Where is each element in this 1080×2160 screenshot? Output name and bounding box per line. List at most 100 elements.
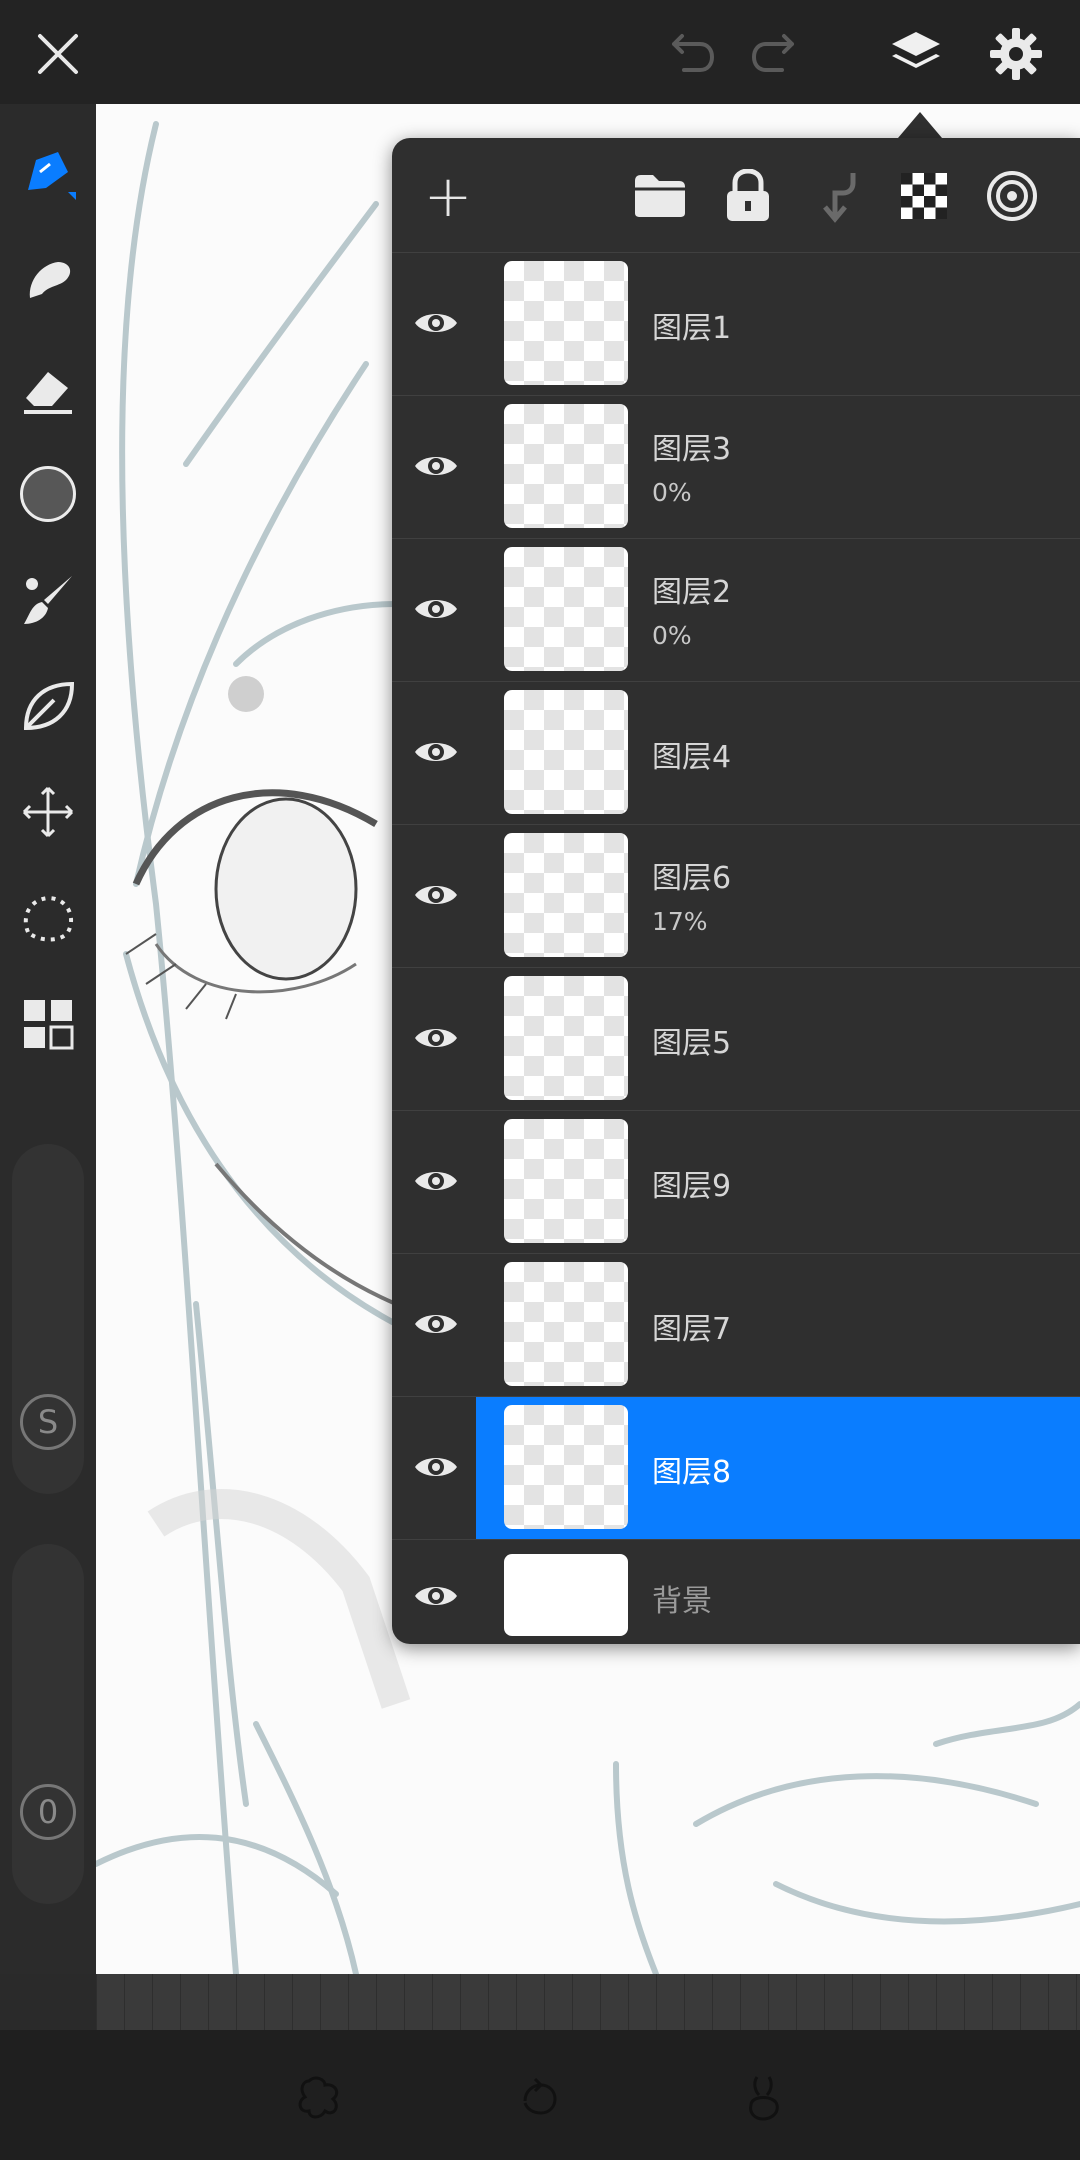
- gear-icon: [990, 28, 1042, 80]
- slider-opacity-label: 0: [37, 1793, 59, 1831]
- visibility-toggle[interactable]: [404, 865, 468, 925]
- eye-icon: [415, 457, 457, 475]
- layer-name: 图层2: [652, 575, 732, 610]
- redo-button[interactable]: [738, 18, 818, 90]
- drawing-app: S 0 + 图层1 图层3 0% 图层2 0% 图层4 图层6 17% 图层5 …: [0, 0, 1080, 2160]
- eye-icon: [415, 1587, 457, 1605]
- pen-icon: [28, 152, 76, 200]
- move-icon: [22, 786, 74, 838]
- opacity-slider[interactable]: 0: [12, 1544, 84, 1904]
- layer-row-background[interactable]: 背景: [392, 1539, 1080, 1650]
- layer-thumbnail[interactable]: [504, 1119, 628, 1243]
- smudge-icon: [29, 262, 71, 298]
- layer-thumbnail[interactable]: [504, 833, 628, 957]
- eye-icon: [415, 1172, 457, 1190]
- layer-name: 图层7: [652, 1312, 732, 1347]
- group-button[interactable]: [622, 158, 698, 234]
- layer-row[interactable]: 图层7: [392, 1253, 1080, 1396]
- layers-panel: + 图层1 图层3 0% 图层2 0% 图层4 图层6 17% 图层5 图层9 …: [392, 138, 1080, 1644]
- layer-name: 图层5: [652, 1026, 732, 1061]
- add-layer-button[interactable]: +: [410, 158, 486, 234]
- eye-icon: [415, 1315, 457, 1333]
- top-bar: [0, 0, 1080, 104]
- layer-name: 图层9: [652, 1169, 732, 1204]
- eraser-icon: [24, 372, 72, 414]
- close-button[interactable]: [18, 18, 98, 90]
- loop-button[interactable]: [502, 2060, 578, 2136]
- eraser-tool[interactable]: [8, 348, 88, 428]
- puppet-icon: [298, 2076, 339, 2119]
- brush-tool[interactable]: [8, 560, 88, 640]
- alpha-lock-button[interactable]: [886, 158, 962, 234]
- eye-icon: [415, 886, 457, 904]
- settings-button[interactable]: [976, 18, 1056, 90]
- move-tool[interactable]: [8, 772, 88, 852]
- visibility-toggle[interactable]: [404, 722, 468, 782]
- brush-size-slider[interactable]: S: [12, 1144, 84, 1494]
- layer-thumbnail[interactable]: [504, 1262, 628, 1386]
- layer-thumbnail[interactable]: [504, 261, 628, 385]
- lasso-icon: [23, 895, 74, 942]
- brush-icon: [24, 576, 72, 624]
- rabbit-icon: [749, 2076, 779, 2121]
- layer-thumbnail[interactable]: [504, 690, 628, 814]
- reference-button[interactable]: [974, 158, 1050, 234]
- layer-row[interactable]: 图层9: [392, 1110, 1080, 1253]
- selection-tool[interactable]: [8, 878, 88, 958]
- layer-thumbnail[interactable]: [504, 547, 628, 671]
- layer-thumbnail[interactable]: [504, 976, 628, 1100]
- layer-thumbnail[interactable]: [504, 1554, 628, 1636]
- layers-button[interactable]: [876, 18, 956, 90]
- bottom-bar: [0, 2030, 1080, 2160]
- visibility-toggle[interactable]: [404, 436, 468, 496]
- visibility-toggle[interactable]: [404, 293, 468, 353]
- plus-icon: +: [423, 162, 473, 230]
- layer-row[interactable]: 图层1: [392, 252, 1080, 395]
- liquify-tool[interactable]: [8, 666, 88, 746]
- color-swatch[interactable]: [8, 454, 88, 534]
- layers-icon: [892, 32, 940, 68]
- onion-skin-button[interactable]: [726, 2060, 802, 2136]
- visibility-toggle[interactable]: [404, 1151, 468, 1211]
- gallery-tool[interactable]: [8, 984, 88, 1064]
- alpha-lock-icon: [901, 173, 947, 219]
- slider-knob-opacity[interactable]: 0: [20, 1784, 76, 1840]
- slider-knob-size[interactable]: S: [20, 1394, 76, 1450]
- target-icon: [987, 171, 1037, 221]
- lock-icon: [727, 169, 769, 221]
- layer-row[interactable]: 图层4: [392, 681, 1080, 824]
- visibility-toggle[interactable]: [404, 1437, 468, 1497]
- redo-icon: [751, 34, 794, 72]
- close-icon: [38, 34, 78, 74]
- slider-size-label: S: [37, 1403, 59, 1441]
- layer-row[interactable]: 图层5: [392, 967, 1080, 1110]
- layer-name: 图层6: [652, 861, 732, 896]
- lock-button[interactable]: [710, 158, 786, 234]
- puppet-button[interactable]: [282, 2060, 358, 2136]
- layer-name: 图层3: [652, 432, 732, 467]
- layer-row[interactable]: 图层8: [392, 1396, 1080, 1539]
- layer-thumbnail[interactable]: [504, 404, 628, 528]
- eye-icon: [415, 314, 457, 332]
- layer-row[interactable]: 图层6 17%: [392, 824, 1080, 967]
- merge-down-button[interactable]: [798, 158, 874, 234]
- layer-opacity: 17%: [652, 907, 708, 936]
- undo-icon: [672, 34, 715, 72]
- layer-opacity: 0%: [652, 478, 692, 507]
- layer-row[interactable]: 图层3 0%: [392, 395, 1080, 538]
- visibility-toggle[interactable]: [404, 1566, 468, 1626]
- eye-icon: [415, 600, 457, 618]
- folder-icon: [635, 175, 685, 217]
- undo-button[interactable]: [648, 18, 728, 90]
- smudge-tool[interactable]: [8, 240, 88, 320]
- visibility-toggle[interactable]: [404, 579, 468, 639]
- layer-name: 图层4: [652, 740, 732, 775]
- layer-name: 图层8: [652, 1455, 732, 1490]
- pen-tool[interactable]: [8, 132, 88, 212]
- left-toolbar: S 0: [0, 104, 96, 1974]
- animation-timeline[interactable]: [96, 1974, 1080, 2030]
- layer-row[interactable]: 图层2 0%: [392, 538, 1080, 681]
- visibility-toggle[interactable]: [404, 1294, 468, 1354]
- visibility-toggle[interactable]: [404, 1008, 468, 1068]
- layer-thumbnail[interactable]: [504, 1405, 628, 1529]
